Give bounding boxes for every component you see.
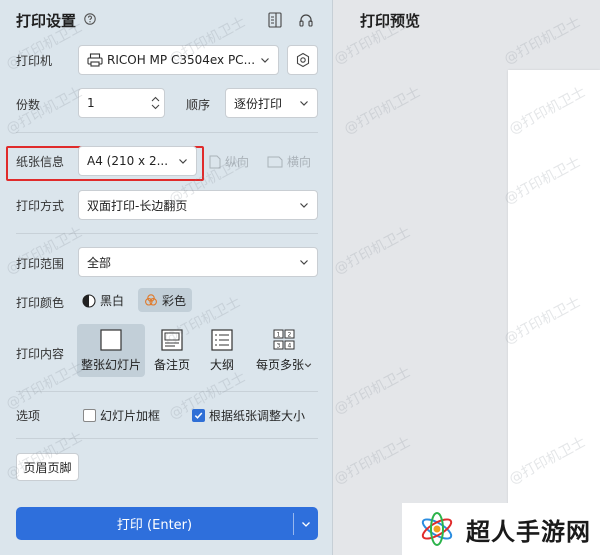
svg-text:2: 2: [288, 332, 292, 339]
site-logo: 超人手游网: [402, 503, 600, 555]
chevron-down-icon: [261, 58, 269, 63]
options-label: 选项: [16, 409, 41, 423]
slide-frame-checkbox[interactable]: [83, 409, 96, 422]
portrait-option[interactable]: 纵向: [209, 153, 249, 170]
color-color-option[interactable]: 彩色: [138, 288, 193, 312]
content-item-label: 大纲: [209, 358, 234, 372]
divider: [16, 438, 318, 439]
copies-stepper[interactable]: 1: [78, 88, 165, 118]
copies-value: 1: [87, 96, 95, 110]
chevron-down-icon: [300, 101, 308, 106]
printer-properties-button[interactable]: [287, 45, 318, 75]
option-fit-paper-label: 根据纸张调整大小: [209, 409, 306, 423]
paper-select[interactable]: A4 (210 x 2...: [78, 146, 197, 176]
chevron-down-icon: [300, 203, 308, 208]
help-icon[interactable]: [84, 13, 96, 25]
order-select[interactable]: 逐份打印: [225, 88, 318, 118]
copies-label: 份数: [16, 98, 41, 112]
range-value: 全部: [87, 255, 112, 270]
notes-page-icon: [161, 329, 183, 351]
content-item-label: 每页多张: [255, 358, 304, 372]
multi-page-grid-icon: 1 23 4: [273, 329, 295, 350]
bw-circle-icon: [82, 293, 96, 308]
content-notes-page[interactable]: 备注页: [148, 324, 196, 377]
content-item-label: 备注页: [153, 358, 190, 372]
printer-icon: [87, 53, 103, 67]
order-value: 逐份打印: [234, 96, 283, 111]
check-icon: [194, 412, 203, 419]
layout-icon[interactable]: [268, 12, 282, 28]
content-label: 打印内容: [16, 347, 65, 361]
range-label: 打印范围: [16, 257, 65, 271]
content-multiple-per-page[interactable]: 1234 每页多张: [250, 324, 318, 377]
svg-text:4: 4: [288, 343, 292, 350]
content-outline[interactable]: 大纲: [202, 324, 242, 377]
decrement-icon[interactable]: [151, 104, 160, 110]
increment-icon[interactable]: [151, 96, 160, 102]
chevron-down-icon: [300, 260, 308, 265]
print-button-group: 打印 (Enter): [16, 507, 318, 540]
settings-title: 打印设置: [16, 12, 77, 30]
landscape-page-icon: [267, 156, 283, 167]
divider: [16, 132, 318, 133]
color-label: 打印颜色: [16, 296, 65, 310]
landscape-option[interactable]: 横向: [267, 153, 311, 170]
option-fit-paper[interactable]: 根据纸张调整大小: [192, 407, 305, 424]
option-slide-frame-label: 幻灯片加框: [100, 409, 161, 423]
color-color-label: 彩色: [162, 293, 187, 308]
option-slide-frame[interactable]: 幻灯片加框: [83, 407, 160, 424]
divider: [16, 391, 318, 392]
headset-icon[interactable]: [298, 12, 314, 28]
atom-logo-icon: [421, 512, 453, 546]
printer-value: RICOH MP C3504ex PC...: [107, 53, 256, 67]
header-footer-button[interactable]: 页眉页脚: [16, 453, 79, 481]
color-palette-icon: [145, 294, 157, 306]
preview-page: [508, 70, 600, 555]
print-settings-panel: 打印设置 打印机 RICOH MP C3504ex PC... 份数 1 顺序 …: [0, 0, 333, 555]
full-slide-icon: [100, 329, 122, 351]
printer-select[interactable]: RICOH MP C3504ex PC...: [78, 45, 279, 75]
paper-value: A4 (210 x 2...: [87, 154, 169, 168]
divider: [16, 233, 318, 234]
mode-value: 双面打印-长边翻页: [87, 198, 188, 213]
portrait-page-icon: [209, 155, 221, 168]
preview-title: 打印预览: [360, 12, 421, 30]
content-item-label: 整张幻灯片: [80, 358, 141, 372]
portrait-label: 纵向: [225, 155, 250, 169]
landscape-label: 横向: [287, 155, 312, 169]
paper-label: 纸张信息: [16, 155, 65, 169]
svg-text:3: 3: [277, 343, 281, 350]
order-label: 顺序: [186, 98, 211, 112]
chevron-down-icon: [179, 159, 187, 164]
outline-icon: [211, 329, 233, 351]
range-select[interactable]: 全部: [78, 247, 318, 277]
hexagon-settings-icon: [296, 52, 309, 68]
mode-select[interactable]: 双面打印-长边翻页: [78, 190, 318, 220]
svg-text:1: 1: [277, 332, 281, 339]
print-button[interactable]: 打印 (Enter): [16, 507, 293, 540]
printer-label: 打印机: [16, 54, 53, 68]
color-bw-label: 黑白: [100, 294, 125, 308]
mode-label: 打印方式: [16, 199, 65, 213]
content-full-slide[interactable]: 整张幻灯片: [77, 324, 145, 377]
color-bw-option[interactable]: 黑白: [82, 292, 124, 309]
chevron-down-icon: [304, 362, 312, 367]
chevron-down-icon: [302, 521, 310, 527]
print-options-dropdown[interactable]: [294, 507, 318, 540]
fit-paper-checkbox[interactable]: [192, 409, 205, 422]
logo-text: 超人手游网: [466, 517, 591, 546]
